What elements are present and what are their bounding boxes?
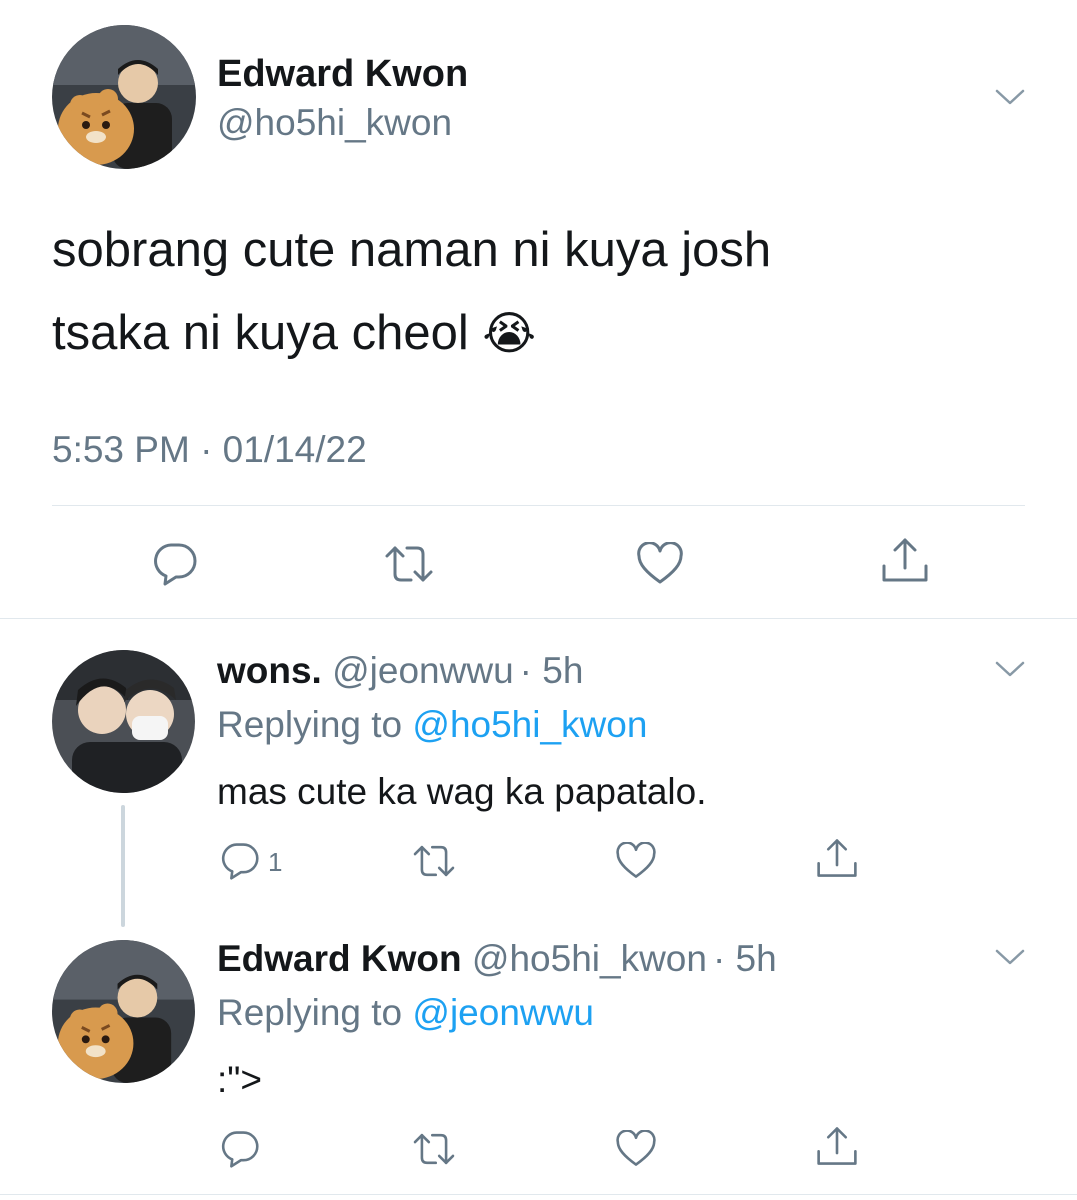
reply-count: 1 [268,847,283,877]
reply-icon[interactable] [220,1130,260,1168]
like-icon[interactable] [615,1130,657,1168]
thread-line [121,805,125,927]
retweet-icon[interactable] [384,542,434,586]
replying-to: Replying to @ho5hi_kwon [217,704,647,746]
reply-icon[interactable] [152,542,198,586]
reply-avatar[interactable] [52,650,195,793]
share-icon[interactable] [815,837,859,879]
share-icon[interactable] [880,536,930,584]
section-divider [0,618,1077,619]
author-handle[interactable]: @ho5hi_kwon [217,102,452,144]
like-icon[interactable] [636,542,684,586]
author-name[interactable]: Edward Kwon [217,52,468,96]
reply-handle[interactable]: @ho5hi_kwon [472,938,707,979]
loudly-crying-emoji: 😭 [482,307,537,359]
reply-time[interactable]: · 5h [520,650,584,691]
bottom-divider [0,1194,1077,1195]
tweet-text-line2: tsaka ni kuya cheol [52,306,469,360]
replying-to-handle[interactable]: @jeonwwu [412,992,594,1033]
reply-handle[interactable]: @jeonwwu [332,650,514,691]
reply-text: mas cute ka wag ka papatalo. [217,771,707,812]
reply-time[interactable]: · 5h [713,938,777,979]
divider [52,505,1025,506]
retweet-icon[interactable] [412,842,456,880]
replying-to-label: Replying to [217,704,403,745]
tweet-text-line1: sobrang cute naman ni kuya josh [52,223,772,277]
chevron-down-icon[interactable] [995,88,1025,106]
reply-header: wons. @jeonwwu · 5h [217,650,583,692]
retweet-icon[interactable] [412,1130,456,1168]
replying-to: Replying to @jeonwwu [217,992,594,1034]
tweet-timestamp[interactable]: 5:53 PM · 01/14/22 [52,428,367,472]
chevron-down-icon[interactable] [995,948,1025,966]
reply-author-name[interactable]: wons. [217,650,322,691]
reply-author-name[interactable]: Edward Kwon [217,938,462,979]
reply-icon[interactable] [220,842,260,880]
like-icon[interactable] [615,842,657,880]
author-avatar[interactable] [52,25,196,169]
tweet-text-line2-wrap: tsaka ni kuya cheol 😭 [52,305,536,361]
share-icon[interactable] [815,1125,859,1167]
chevron-down-icon[interactable] [995,660,1025,678]
reply-header: Edward Kwon @ho5hi_kwon · 5h [217,938,777,980]
reply-text: :"> [217,1059,263,1100]
replying-to-handle[interactable]: @ho5hi_kwon [412,704,647,745]
replying-to-label: Replying to [217,992,403,1033]
reply-avatar[interactable] [52,940,195,1083]
